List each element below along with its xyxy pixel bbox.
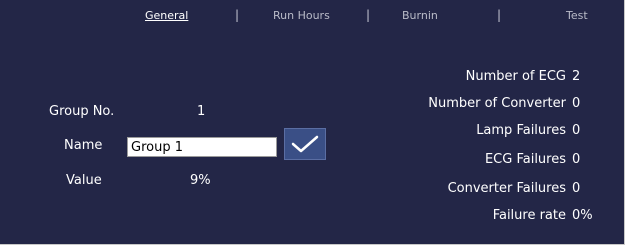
stat-value: 0 (572, 96, 581, 111)
stat-label: Lamp Failures (476, 123, 566, 138)
stat-label: Failure rate (492, 208, 566, 223)
tab-separator: | (366, 8, 371, 22)
stat-value: 0 (572, 181, 581, 196)
tab-separator: | (497, 8, 502, 22)
tab-separator: | (235, 8, 240, 22)
tab-test[interactable]: Test (566, 9, 588, 22)
name-label: Name (64, 138, 103, 153)
stat-label: Number of ECG (465, 69, 566, 84)
value-value: 9% (190, 173, 211, 188)
stat-value: 2 (572, 69, 581, 84)
value-label: Value (66, 173, 102, 188)
stat-value: 0% (572, 208, 593, 223)
group-no-label: Group No. (49, 104, 115, 119)
checkmark-icon (291, 135, 319, 153)
tab-general[interactable]: General (145, 9, 188, 22)
group-no-value: 1 (197, 104, 206, 119)
apply-name-button[interactable] (284, 128, 326, 160)
stat-value: 0 (572, 123, 581, 138)
group-panel: General | Run Hours | Burnin | Test Grou… (0, 0, 625, 245)
stat-label: Number of Converter (428, 96, 566, 111)
tab-run-hours[interactable]: Run Hours (273, 9, 330, 22)
name-field[interactable] (127, 137, 277, 157)
stat-label: ECG Failures (484, 152, 566, 167)
stat-value: 0 (572, 152, 581, 167)
stat-label: Converter Failures (447, 181, 566, 196)
tab-burnin[interactable]: Burnin (402, 9, 438, 22)
